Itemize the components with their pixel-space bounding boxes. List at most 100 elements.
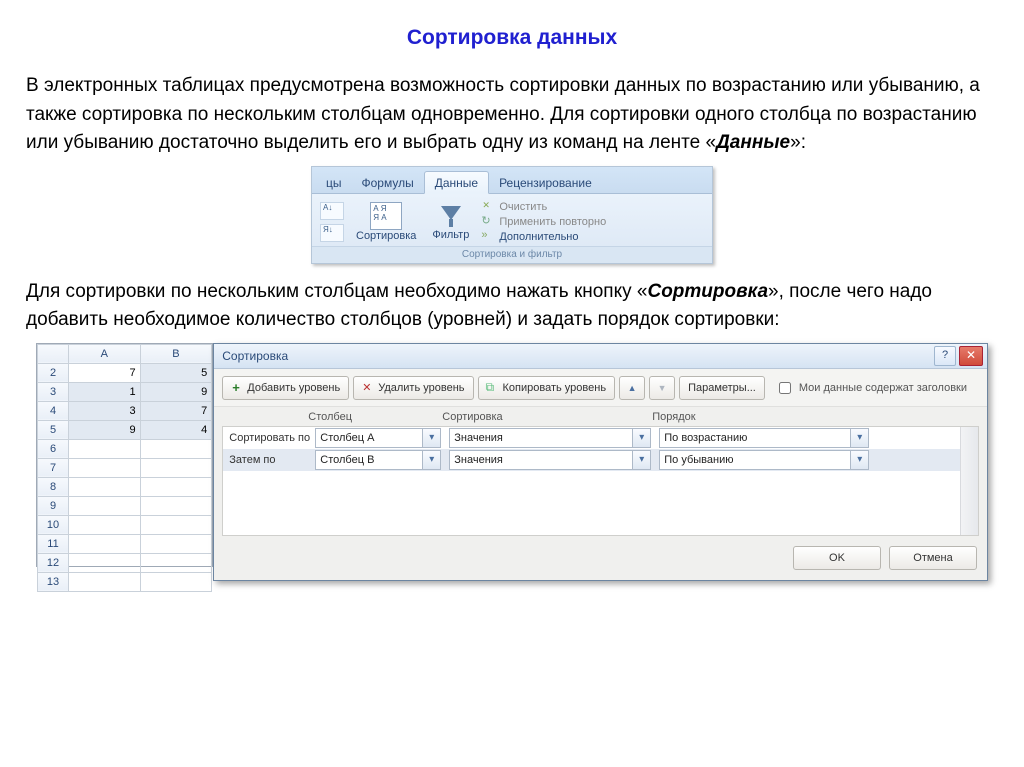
row-header[interactable]: 6 (38, 439, 69, 458)
row-header[interactable]: 8 (38, 477, 69, 496)
row-header[interactable]: 9 (38, 496, 69, 515)
chevron-down-icon[interactable] (850, 451, 868, 469)
cell[interactable] (69, 515, 141, 534)
col-header-a[interactable]: A (69, 344, 141, 363)
chevron-down-icon[interactable] (632, 429, 650, 447)
row-header[interactable]: 3 (38, 382, 69, 401)
has-headers-input[interactable] (779, 382, 791, 394)
ribbon-tab-data[interactable]: Данные (424, 171, 489, 194)
cell[interactable]: 5 (140, 363, 212, 382)
cell[interactable] (69, 439, 141, 458)
chevron-down-icon[interactable] (850, 429, 868, 447)
move-down-button (649, 376, 675, 400)
cell[interactable]: 9 (140, 382, 212, 401)
row-header[interactable]: 10 (38, 515, 69, 534)
cell[interactable] (69, 458, 141, 477)
parameters-button[interactable]: Параметры... (679, 376, 765, 400)
sorton-combobox[interactable]: Значения (449, 450, 651, 470)
ok-button[interactable]: OK (793, 546, 881, 570)
cell[interactable] (140, 572, 212, 591)
reapply-icon (481, 216, 494, 228)
delete-icon (362, 382, 374, 394)
advanced-label[interactable]: Дополнительно (499, 231, 578, 243)
dialog-titlebar[interactable]: Сортировка ? ✕ (214, 344, 987, 369)
filter-extras: Очистить Применить повторно Дополнительн… (481, 201, 606, 243)
cell[interactable]: 3 (69, 401, 141, 420)
cell[interactable] (140, 496, 212, 515)
cell[interactable] (140, 477, 212, 496)
add-level-button[interactable]: Добавить уровень (222, 376, 349, 400)
cell[interactable] (140, 515, 212, 534)
has-headers-checkbox[interactable]: Мои данные содержат заголовки (775, 379, 967, 397)
cell[interactable] (140, 439, 212, 458)
filter-button[interactable]: Фильтр (428, 201, 473, 243)
chevron-down-icon[interactable] (422, 451, 440, 469)
cell[interactable] (69, 572, 141, 591)
ribbon-tab-review[interactable]: Рецензирование (489, 172, 602, 193)
clear-icon (481, 201, 494, 213)
reapply-label[interactable]: Применить повторно (499, 216, 606, 228)
dialog-title: Сортировка (222, 349, 934, 363)
clear-label[interactable]: Очистить (499, 201, 547, 213)
intro-paragraph-2: Для сортировки по нескольким столбцам не… (26, 278, 998, 335)
cell[interactable] (69, 496, 141, 515)
cell[interactable] (69, 534, 141, 553)
column-combobox[interactable]: Столбец B (315, 450, 441, 470)
p1-post: »: (790, 132, 806, 153)
cell[interactable]: 7 (140, 401, 212, 420)
cancel-button[interactable]: Отмена (889, 546, 977, 570)
cell[interactable] (69, 553, 141, 572)
advanced-icon (481, 231, 494, 243)
column-value: Столбец A (316, 432, 422, 444)
cell[interactable]: 7 (69, 363, 141, 382)
vertical-scrollbar[interactable] (960, 427, 978, 535)
row-header[interactable]: 7 (38, 458, 69, 477)
dialog-toolbar: Добавить уровень Удалить уровень Копиров… (214, 369, 987, 407)
intro-paragraph-1: В электронных таблицах предусмотрена воз… (26, 72, 998, 158)
sorton-combobox[interactable]: Значения (449, 428, 651, 448)
row-header[interactable]: 4 (38, 401, 69, 420)
sort-button[interactable]: А ЯЯ А Сортировка (352, 200, 420, 244)
column-combobox[interactable]: Столбец A (315, 428, 441, 448)
order-combobox[interactable]: По возрастанию (659, 428, 869, 448)
cell[interactable] (69, 477, 141, 496)
cell[interactable]: 1 (69, 382, 141, 401)
row-header[interactable]: 12 (38, 553, 69, 572)
row-header[interactable]: 2 (38, 363, 69, 382)
order-combobox[interactable]: По убыванию (659, 450, 869, 470)
ribbon-body: А↓ Я↓ А ЯЯ А Сортировка Фильтр Очистить … (312, 194, 712, 246)
grid-header-column: Столбец (308, 411, 442, 423)
cell[interactable] (140, 553, 212, 572)
ribbon-fragment: цы Формулы Данные Рецензирование А↓ Я↓ А… (311, 166, 713, 264)
add-icon (231, 382, 243, 394)
level-row[interactable]: Сортировать по Столбец A Значения По воз… (223, 427, 978, 449)
copy-level-button[interactable]: Копировать уровень (478, 376, 616, 400)
col-header-b[interactable]: B (140, 344, 212, 363)
cell[interactable]: 4 (140, 420, 212, 439)
sort-dialog: Сортировка ? ✕ Добавить уровень Удалить … (213, 343, 988, 581)
row-header[interactable]: 11 (38, 534, 69, 553)
close-icon[interactable]: ✕ (959, 346, 983, 366)
row-header[interactable]: 13 (38, 572, 69, 591)
move-up-button[interactable] (619, 376, 645, 400)
ribbon-tab-partial[interactable]: цы (316, 172, 352, 193)
delete-level-button[interactable]: Удалить уровень (353, 376, 473, 400)
worksheet-fragment: A B 2 7 5 3 1 9 4 3 7 (36, 343, 213, 567)
level-row[interactable]: Затем по Столбец B Значения По убыванию (223, 449, 978, 471)
filter-button-label: Фильтр (432, 229, 469, 241)
ribbon-tab-formulas[interactable]: Формулы (352, 172, 424, 193)
cell[interactable]: 9 (69, 420, 141, 439)
help-icon[interactable]: ? (934, 346, 956, 366)
sort-desc-icon[interactable]: Я↓ (320, 224, 344, 242)
order-value: По возрастанию (660, 432, 850, 444)
row-header[interactable]: 5 (38, 420, 69, 439)
p2-pre: Для сортировки по нескольким столбцам не… (26, 281, 647, 302)
chevron-down-icon[interactable] (422, 429, 440, 447)
corner-cell[interactable] (38, 344, 69, 363)
chevron-down-icon[interactable] (632, 451, 650, 469)
sort-asc-icon[interactable]: А↓ (320, 202, 344, 220)
sort-button-label: Сортировка (356, 230, 416, 242)
copy-level-label: Копировать уровень (503, 382, 607, 394)
cell[interactable] (140, 458, 212, 477)
cell[interactable] (140, 534, 212, 553)
